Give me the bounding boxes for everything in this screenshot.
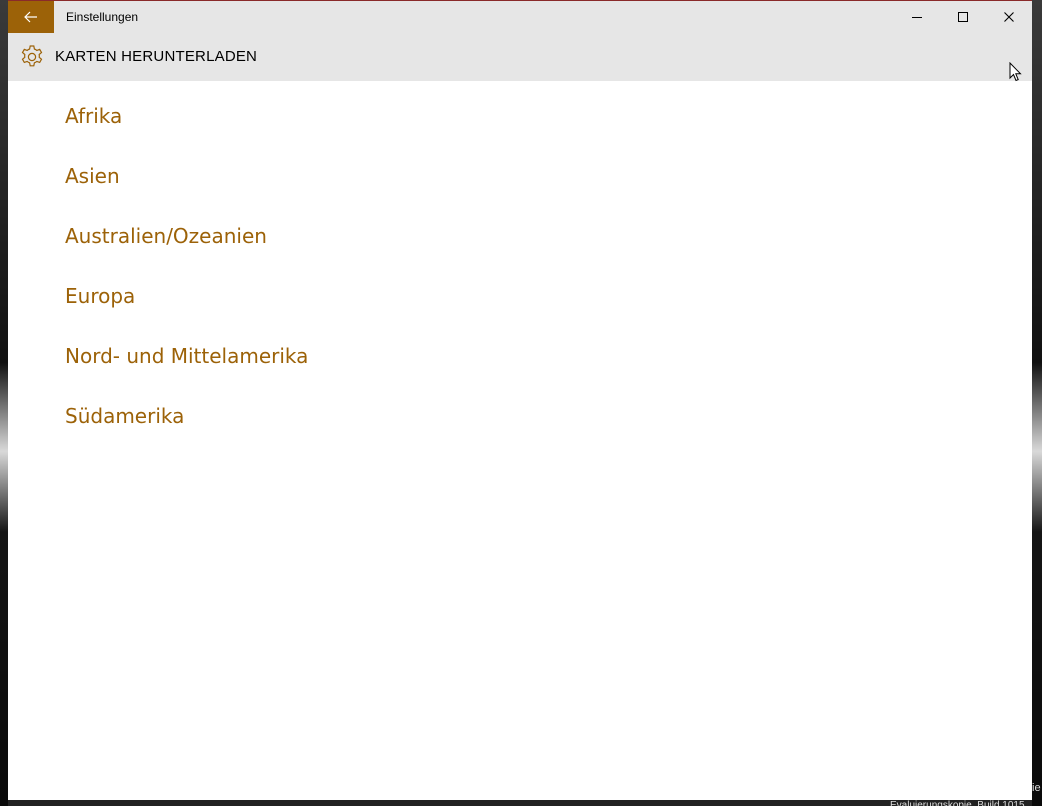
back-button[interactable] [8,1,54,33]
maximize-icon [958,12,968,22]
desktop-edge-text: ie [1032,782,1041,794]
desktop-background-left [0,0,8,806]
region-item-asien[interactable]: Asien [65,141,308,201]
region-item-europa[interactable]: Europa [65,261,308,321]
minimize-button[interactable] [894,1,940,33]
app-title: Einstellungen [66,10,139,24]
desktop-watermark-text: Evaluierungskopie. Build 1015 [890,800,1025,806]
minimize-icon [912,17,922,18]
maximize-button[interactable] [940,1,986,33]
region-item-australien-ozeanien[interactable]: Australien/Ozeanien [65,201,308,261]
region-item-nord-und-mittelamerika[interactable]: Nord- und Mittelamerika [65,321,308,381]
settings-window: Einstellungen KARTEN HERUNTERLADEN Afrik… [8,0,1032,800]
page-header: KARTEN HERUNTERLADEN [8,33,1032,81]
close-button[interactable] [986,1,1032,33]
title-bar: Einstellungen [8,1,1032,33]
mouse-pointer-icon [1009,62,1022,82]
close-icon [1004,12,1014,22]
page-title: KARTEN HERUNTERLADEN [55,48,258,65]
desktop-background-right [1032,0,1042,806]
arrow-left-icon [24,11,37,23]
gear-icon [21,45,43,67]
region-item-suedamerika[interactable]: Südamerika [65,381,308,441]
region-list: Afrika Asien Australien/Ozeanien Europa … [65,81,308,441]
region-item-afrika[interactable]: Afrika [65,81,308,141]
